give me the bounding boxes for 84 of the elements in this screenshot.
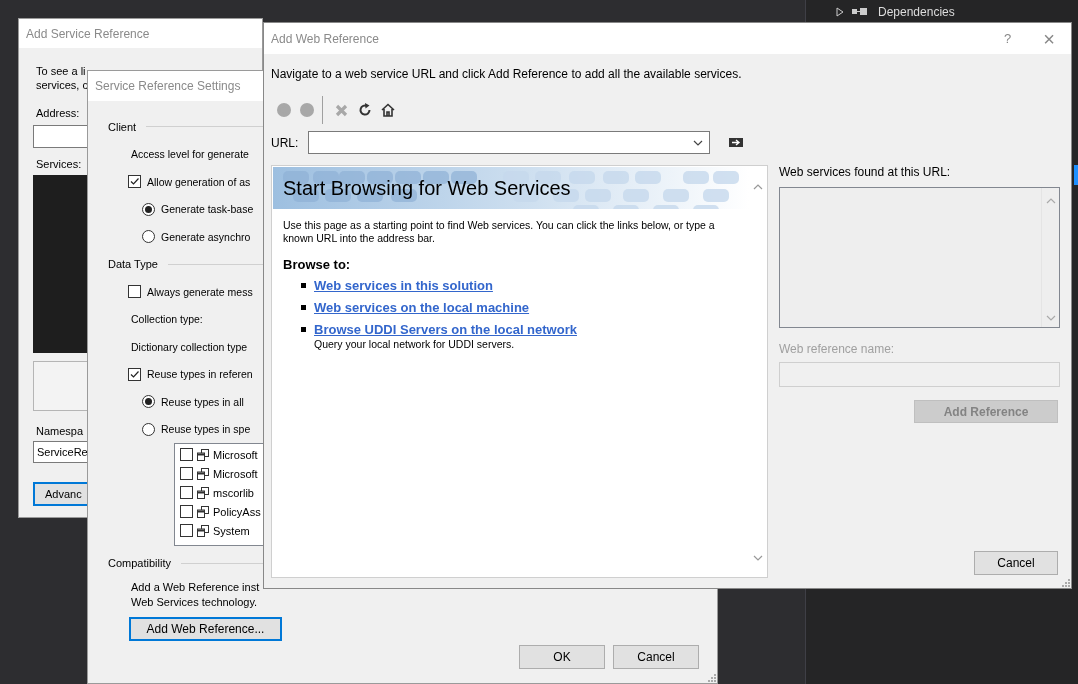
bullet-icon [301,283,306,288]
checkbox-label: Reuse types in referen [147,368,253,381]
group-header: Data Type [108,258,158,271]
assembly-name: mscorlib [213,486,254,499]
radio-label: Generate task-base [161,203,254,216]
list-label: Web services found at this URL: [779,165,951,179]
stacked-windows-icon [197,524,209,537]
add-web-reference-button[interactable]: Add Web Reference... [129,617,282,641]
window-title: Add Web Reference [271,31,379,46]
advanced-button[interactable]: Advanc [33,482,88,506]
forward-icon [299,101,315,118]
radio-label: Reuse types in all [161,395,244,408]
link[interactable]: Browse UDDI Servers on the local network [314,321,577,338]
radio-button[interactable] [142,422,155,436]
checkbox[interactable] [128,285,141,299]
group-header: Client [108,120,137,133]
checkbox[interactable] [180,524,193,537]
stacked-windows-icon [197,467,209,480]
option-label: Dictionary collection type [131,340,248,353]
resize-grip-icon[interactable] [1060,577,1070,587]
assembly-name: Microsoft [213,467,258,480]
dependencies-icon [852,8,868,16]
link-description: Query your local network for UDDI servers. [314,338,515,350]
stacked-windows-icon [197,505,209,518]
radio-label: Reuse types in spe [161,423,251,436]
chevron-up-icon[interactable] [753,184,763,190]
chevron-down-icon[interactable] [753,555,763,561]
instruction-text: To see a li services, c [35,64,88,92]
page-heading: Start Browsing for Web Services [282,176,571,200]
url-field[interactable] [308,131,710,154]
option-label: Access level for generate [131,148,249,161]
stacked-windows-icon [197,448,209,461]
close-button[interactable]: × [1043,28,1055,49]
instruction-text: Navigate to a web service URL and click Add Reference to add all the available services. [271,67,743,81]
toolbar-button[interactable] [357,101,373,118]
toolbar-button[interactable] [380,101,396,118]
go-arrow-icon[interactable] [729,138,743,147]
checkbox[interactable] [180,505,193,518]
back-icon [276,101,292,118]
cancel-button[interactable]: Cancel [974,551,1058,575]
radio-button[interactable] [142,395,155,409]
window-title: Add Service Reference [26,26,150,41]
tree-item[interactable]: Dependencies [806,0,1078,19]
checkbox[interactable] [180,467,193,480]
chevron-down-icon [693,139,703,146]
help-button[interactable]: ? [1004,31,1012,46]
window-title: Service Reference Settings [95,79,241,93]
option-label: Collection type: [131,313,203,326]
field-label: Services: [35,157,82,171]
radio-button[interactable] [142,230,155,244]
expander-icon[interactable] [836,7,844,17]
field-label: Namespa [35,424,84,438]
home-icon [380,101,396,118]
radio-button[interactable] [142,202,155,216]
cancel-button[interactable]: Cancel [613,645,699,669]
field-label: Web reference name: [779,342,895,356]
description-text: Add a Web Reference inst Web Services technology. [130,580,261,610]
ok-button[interactable]: OK [519,645,605,669]
reference-name-field[interactable] [779,362,1060,387]
checkbox-label: Allow generation of as [147,175,251,188]
assembly-name: PolicyAss [213,505,261,518]
checkbox[interactable] [180,486,193,499]
group-header: Compatibility [108,557,171,569]
address-field[interactable] [33,125,88,148]
field-label: URL: [271,135,300,150]
section-heading: Browse to: [283,257,352,272]
checkbox[interactable] [128,175,141,189]
resize-grip-icon[interactable] [706,672,716,682]
checkbox[interactable] [180,448,193,461]
stacked-windows-icon [197,486,209,499]
checkbox-label: Always generate mess [147,285,253,298]
assembly-name: Microsoft [213,448,258,461]
assembly-name: System [213,524,250,537]
bullet-icon [301,327,306,332]
scrollbar-marker [1074,165,1078,185]
link[interactable]: Web services in this solution [314,277,493,294]
namespace-field[interactable]: ServiceRe [33,441,88,463]
intro-text: Use this page as a starting point to find Web services. You can click the links below, or type a known URL into the address bar. [283,219,716,245]
field-label: Address: [35,106,80,120]
bullet-icon [301,305,306,310]
radio-label: Generate asynchro [161,230,251,243]
link[interactable]: Web services on the local machine [314,299,530,316]
checkbox[interactable] [128,367,141,381]
refresh-icon [357,101,373,118]
